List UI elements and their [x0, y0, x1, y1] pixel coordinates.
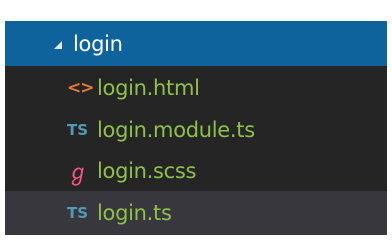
- typescript-icon: TS: [67, 204, 89, 222]
- file-explorer-panel: login <> login.html TS login.module.ts ℊ…: [5, 21, 387, 235]
- expand-caret-icon[interactable]: [54, 40, 62, 49]
- file-label: login.ts: [97, 201, 172, 225]
- file-label: login.module.ts: [97, 118, 255, 142]
- html-icon: <>: [67, 78, 95, 98]
- file-label: login.html: [97, 76, 200, 100]
- typescript-icon: TS: [67, 121, 89, 139]
- file-label: login.scss: [97, 159, 197, 183]
- folder-row-login[interactable]: login: [5, 21, 387, 66]
- sass-icon: ℊ: [67, 161, 89, 186]
- folder-label: login: [73, 31, 123, 56]
- file-row-login-ts[interactable]: TS login.ts: [5, 191, 387, 235]
- file-row-login-scss[interactable]: ℊ login.scss: [5, 149, 387, 193]
- file-row-login-html[interactable]: <> login.html: [5, 66, 387, 110]
- file-row-login-module-ts[interactable]: TS login.module.ts: [5, 108, 387, 152]
